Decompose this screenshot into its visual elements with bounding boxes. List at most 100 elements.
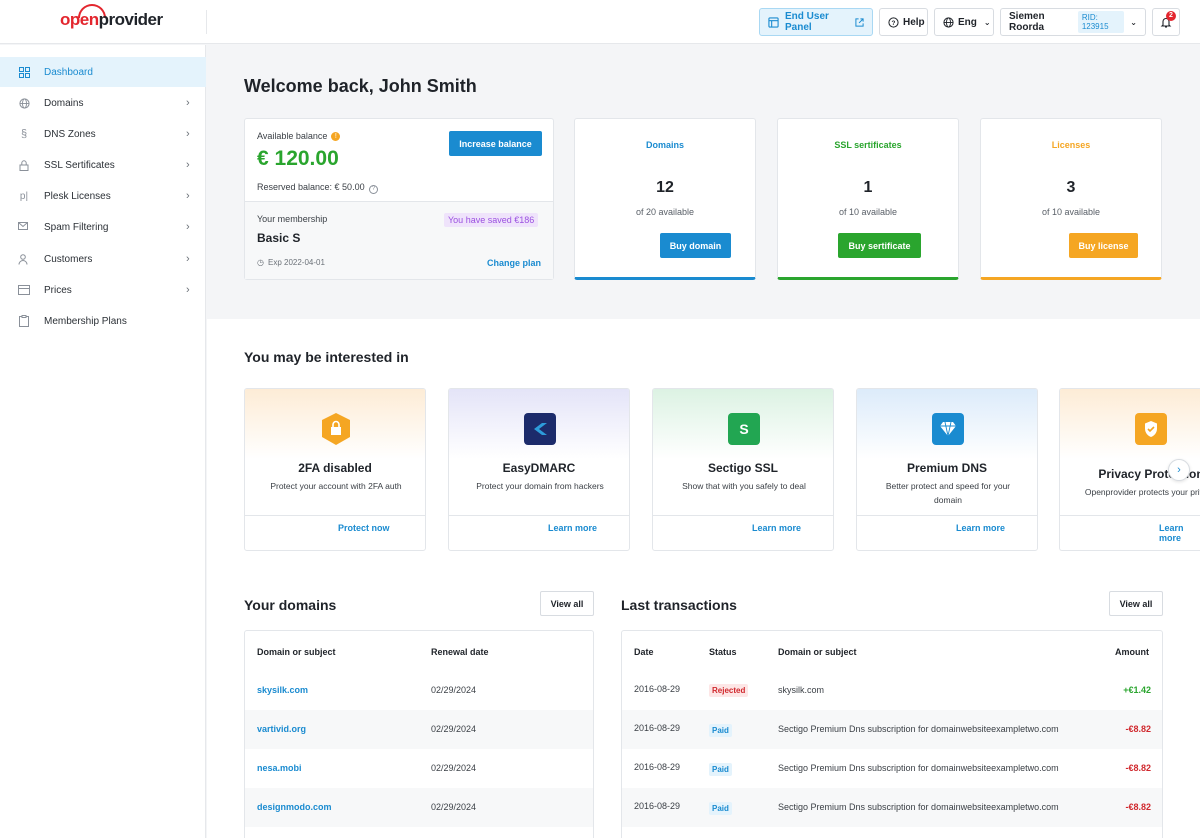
table-row[interactable]: 2016-08-29 Rejected skysilk.com +€1.42 [622, 671, 1162, 710]
user-menu[interactable]: Siemen Roorda RID: 123915 ⌄ [1000, 8, 1146, 36]
sidebar-item-label: Domains [44, 97, 84, 109]
chevron-right-icon: › [186, 97, 190, 109]
sidebar-item-dashboard[interactable]: Dashboard [0, 57, 206, 87]
table-row[interactable]: nesa.mobi 02/29/2024 [245, 749, 593, 788]
balance-card: Available balance ! € 120.00 Increase ba… [244, 118, 554, 280]
domain-link[interactable]: vartivid.org [257, 724, 306, 734]
promo-description: Better protect and speed for your domain [885, 481, 1011, 505]
column-header[interactable]: Status [709, 647, 737, 657]
stat-title: Domains [645, 140, 684, 150]
info-icon[interactable]: ! [331, 131, 341, 141]
chevron-right-icon: › [186, 284, 190, 296]
end-user-panel-button[interactable]: End User Panel [759, 8, 873, 36]
view-all-transactions-button[interactable]: View all [1109, 591, 1163, 616]
globe-icon [943, 16, 954, 28]
buy-domain-button[interactable]: Buy domain [660, 233, 731, 258]
easydmarc-logo-icon [524, 413, 556, 445]
promo-title: Sectigo SSL [707, 461, 778, 475]
change-plan-link[interactable]: Change plan [487, 258, 541, 268]
learn-more-link[interactable]: Learn more [548, 523, 597, 533]
divider [653, 515, 833, 516]
help-icon[interactable]: ? [369, 185, 379, 194]
link-icon: § [20, 128, 28, 140]
chevron-right-icon: › [186, 128, 190, 140]
stat-count: 3 [1066, 179, 1076, 196]
svg-text:?: ? [892, 19, 896, 26]
column-header[interactable]: Domain or subject [778, 647, 857, 657]
domain-link[interactable]: skysilk.com [257, 685, 308, 695]
column-header[interactable]: Domain or subject [257, 647, 336, 657]
end-user-panel-label: End User Panel [785, 11, 829, 33]
transaction-date: 2016-08-29 [634, 801, 681, 811]
globe-icon [18, 97, 30, 109]
sidebar-item-domains[interactable]: Domains › [0, 88, 206, 118]
clock-icon: ◷ [257, 258, 264, 267]
domain-link[interactable]: designmodo.com [257, 802, 332, 812]
help-icon: ? [888, 16, 899, 28]
ssl-stat-card: SSL sertificates 1 of 10 available Buy s… [777, 118, 959, 280]
transaction-amount: -€8.82 [1125, 763, 1151, 773]
shield-check-icon [1135, 413, 1167, 445]
column-header[interactable]: Date [634, 647, 654, 657]
stat-availability: of 10 available [838, 207, 898, 217]
column-header[interactable]: Renewal date [431, 647, 489, 657]
sidebar-item-plesk-licenses[interactable]: p| Plesk Licenses › [0, 181, 206, 211]
sidebar-item-prices[interactable]: Prices › [0, 275, 206, 305]
sidebar-item-spam-filtering[interactable]: Spam Filtering › [0, 212, 206, 242]
learn-more-link[interactable]: Learn more [1159, 523, 1200, 543]
protect-now-link[interactable]: Protect now [338, 523, 390, 533]
status-badge: Paid [709, 763, 732, 776]
table-row[interactable]: designmodo.com 02/29/2024 [245, 788, 593, 827]
buy-license-button[interactable]: Buy license [1069, 233, 1138, 258]
reserved-balance: Reserved balance: € 50.00 ? [257, 182, 379, 194]
transaction-amount: -€8.82 [1125, 724, 1151, 734]
sidebar-item-label: DNS Zones [44, 128, 96, 140]
table-row[interactable]: skysilk.com 02/29/2024 [245, 671, 593, 710]
top-bar: openprovider End User Panel ? Help Eng ⌄… [0, 0, 1200, 44]
table-row[interactable]: 2016-08-29 Paid Sectigo Premium Dns subs… [622, 710, 1162, 749]
promo-card-easydmarc: EasyDMARC Protect your domain from hacke… [448, 388, 630, 551]
column-header[interactable]: Amount [1115, 647, 1149, 657]
transaction-subject: Sectigo Premium Dns subscription for dom… [778, 724, 1059, 734]
page-title: Welcome back, John Smith [244, 76, 477, 96]
users-icon [18, 253, 30, 265]
rid-badge: RID: 123915 [1077, 11, 1125, 33]
buy-certificate-button[interactable]: Buy sertificate [838, 233, 921, 258]
view-all-domains-button[interactable]: View all [540, 591, 594, 616]
sidebar-item-customers[interactable]: Customers › [0, 244, 206, 274]
learn-more-link[interactable]: Learn more [956, 523, 1005, 533]
external-link-icon [855, 17, 864, 27]
sidebar-item-dns-zones[interactable]: § DNS Zones › [0, 119, 206, 149]
renewal-date: 02/29/2024 [431, 763, 477, 773]
learn-more-link[interactable]: Learn more [752, 523, 801, 533]
domains-stat-card: Domains 12 of 20 available Buy domain [574, 118, 756, 280]
section-title: Last transactions [621, 597, 737, 613]
notifications-button[interactable]: 2 [1152, 8, 1180, 36]
table-row[interactable]: 2016-08-29 Paid Sectigo Premium Dns subs… [622, 788, 1162, 827]
transaction-subject: skysilk.com [778, 685, 825, 695]
divider [206, 10, 207, 34]
sidebar-item-label: Membership Plans [44, 315, 127, 327]
price-tag-icon [18, 284, 30, 296]
stat-count: 1 [863, 179, 873, 196]
sidebar-item-membership-plans[interactable]: Membership Plans [0, 306, 206, 336]
stat-title: Licenses [1051, 140, 1091, 150]
domain-link[interactable]: nesa.mobi [257, 763, 302, 773]
sidebar-item-label: Spam Filtering [44, 221, 109, 233]
notification-count-badge: 2 [1166, 11, 1176, 21]
chevron-right-icon: › [1177, 464, 1181, 476]
divider [245, 515, 425, 516]
divider [857, 515, 1037, 516]
language-selector[interactable]: Eng ⌄ [934, 8, 994, 36]
increase-balance-button[interactable]: Increase balance [449, 131, 542, 156]
panel-icon [768, 16, 779, 28]
promo-title: EasyDMARC [502, 461, 576, 475]
carousel-next-button[interactable]: › [1168, 459, 1190, 481]
help-button[interactable]: ? Help [879, 8, 928, 36]
logo[interactable]: openprovider [60, 10, 163, 30]
logo-text-open: open [60, 10, 99, 29]
table-row[interactable]: 2016-08-29 Paid Sectigo Premium Dns subs… [622, 749, 1162, 788]
sidebar-item-ssl-certificates[interactable]: SSL Sertificates › [0, 150, 206, 180]
sidebar-item-label: Dashboard [44, 66, 93, 78]
table-row[interactable]: vartivid.org 02/29/2024 [245, 710, 593, 749]
